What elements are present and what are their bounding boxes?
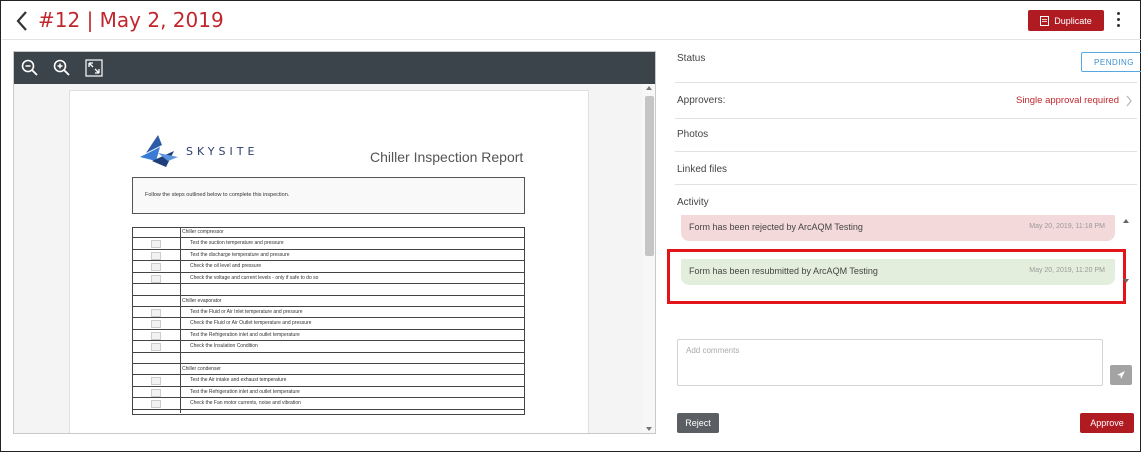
document-viewer: SKYSITE Chiller Inspection Report Follow… bbox=[13, 51, 656, 434]
viewer-toolbar bbox=[14, 52, 655, 84]
checklist-label: Test the Air intake and exhaust temperat… bbox=[190, 377, 287, 383]
checklist-label: Test the suction temperature and pressur… bbox=[190, 240, 284, 246]
back-button[interactable] bbox=[12, 8, 32, 34]
checklist-item-row: Test the suction temperature and pressur… bbox=[132, 238, 525, 250]
approvers-label: Approvers: bbox=[677, 95, 726, 106]
checklist-label: Chiller compressor bbox=[182, 229, 224, 235]
approve-button[interactable]: Approve bbox=[1080, 413, 1134, 433]
scroll-thumb[interactable] bbox=[645, 96, 654, 256]
scroll-down-icon[interactable] bbox=[646, 427, 652, 431]
comment-input[interactable] bbox=[678, 340, 1102, 385]
checklist-item-row: Check the Fan motor currents, noise and … bbox=[132, 398, 525, 410]
checklist-item-row: Test the Air intake and exhaust temperat… bbox=[132, 375, 525, 387]
table-column-divider bbox=[180, 227, 181, 413]
checklist-checkbox[interactable] bbox=[151, 388, 161, 397]
header: #12 | May 2, 2019 Duplicate bbox=[2, 2, 1141, 40]
app-window: #12 | May 2, 2019 Duplicate SKYSITE Chil… bbox=[0, 0, 1141, 452]
checklist-item-row: Test the Refrigeration inlet and outlet … bbox=[132, 387, 525, 398]
activity-time: May 20, 2019, 11:18 PM bbox=[1029, 223, 1105, 230]
checklist-section-row: Chiller compressor bbox=[132, 227, 525, 238]
reject-button[interactable]: Reject bbox=[677, 413, 719, 433]
photos-label: Photos bbox=[677, 129, 709, 140]
status-badge: PENDING bbox=[1081, 52, 1141, 72]
activity-scroll-down-icon[interactable] bbox=[1123, 279, 1129, 283]
skysite-logo-icon bbox=[140, 135, 178, 167]
linked-files-row[interactable]: Linked files bbox=[675, 152, 1137, 185]
checklist-checkbox[interactable] bbox=[151, 251, 161, 260]
checklist-item-row: Check the Fluid or Air Outlet temperatur… bbox=[132, 318, 525, 330]
approvers-value[interactable]: Single approval required bbox=[1016, 95, 1119, 106]
checklist-item-row: Test the discharge temperature and press… bbox=[132, 250, 525, 261]
skysite-logo: SKYSITE bbox=[138, 131, 288, 171]
activity-scrollbar[interactable] bbox=[1123, 217, 1129, 287]
checklist-label: Check the Fan motor currents, noise and … bbox=[190, 400, 301, 406]
checklist-item-row bbox=[132, 284, 525, 296]
checklist-item-row: Check the voltage and current levels - o… bbox=[132, 273, 525, 284]
linked-files-label: Linked files bbox=[677, 164, 728, 175]
send-comment-button[interactable] bbox=[1110, 365, 1132, 385]
activity-label: Activity bbox=[677, 197, 709, 208]
checklist-checkbox[interactable] bbox=[151, 331, 161, 340]
checklist-label: Chiller evaporator bbox=[182, 297, 222, 304]
checklist-checkbox[interactable] bbox=[151, 320, 161, 328]
checklist-checkbox[interactable] bbox=[151, 377, 161, 385]
checklist-item-row bbox=[132, 353, 525, 364]
checklist-checkbox[interactable] bbox=[151, 308, 161, 317]
report-title: Chiller Inspection Report bbox=[370, 149, 524, 165]
checklist-label: Check the Insulation Condition bbox=[190, 343, 258, 349]
brand-name: SKYSITE bbox=[186, 145, 259, 158]
checklist-label: Check the oil level and pressure bbox=[190, 263, 262, 269]
approvers-row[interactable]: Approvers: Single approval required bbox=[675, 83, 1137, 119]
zoom-out-button[interactable] bbox=[20, 58, 40, 78]
page-title: #12 | May 2, 2019 bbox=[38, 8, 224, 32]
checklist-item-row: Test the Refrigeration inlet and outlet … bbox=[132, 330, 525, 341]
checklist-label: Test the discharge temperature and press… bbox=[190, 251, 290, 258]
activity-item-rejected: Form has been rejected by ArcAQM Testing… bbox=[681, 215, 1115, 241]
checklist-checkbox[interactable] bbox=[151, 343, 161, 351]
send-icon bbox=[1117, 371, 1125, 379]
photos-row[interactable]: Photos bbox=[675, 119, 1137, 152]
checklist-label: Test the Refrigeration inlet and outlet … bbox=[190, 331, 300, 338]
duplicate-label: Duplicate bbox=[1054, 15, 1092, 26]
zoom-in-icon bbox=[53, 59, 70, 76]
checklist-item-row: Check the Insulation Condition bbox=[132, 341, 525, 353]
checklist-table: Chiller compressor Test the suction tempe… bbox=[132, 227, 525, 413]
document-canvas[interactable]: SKYSITE Chiller Inspection Report Follow… bbox=[14, 84, 642, 433]
activity-header: Activity bbox=[675, 185, 1137, 209]
chevron-left-icon bbox=[16, 11, 27, 31]
instructions-box: Follow the steps outlined below to compl… bbox=[132, 177, 525, 214]
activity-message: Form has been rejected by ArcAQM Testing bbox=[689, 222, 863, 232]
checklist-checkbox[interactable] bbox=[151, 400, 161, 408]
checklist-item-row: Test the Fluid or Air Inlet temperature … bbox=[132, 307, 525, 318]
activity-scroll-up-icon[interactable] bbox=[1123, 219, 1129, 223]
expand-icon bbox=[85, 59, 103, 77]
checklist-item-row: Check the oil level and pressure bbox=[132, 261, 525, 273]
status-row: Status PENDING bbox=[675, 41, 1141, 83]
copy-icon bbox=[1040, 15, 1050, 26]
checklist-label: Check the Fluid or Air Outlet temperatur… bbox=[190, 320, 312, 326]
more-options-icon[interactable] bbox=[1112, 10, 1124, 32]
instructions-text: Follow the steps outlined below to compl… bbox=[145, 192, 290, 198]
checklist-checkbox[interactable] bbox=[151, 274, 161, 283]
checklist-section-row: Chiller condenser bbox=[132, 364, 525, 375]
checklist-label: Test the Refrigeration inlet and outlet … bbox=[190, 388, 300, 395]
highlight-annotation bbox=[667, 249, 1126, 304]
document-page: SKYSITE Chiller Inspection Report Follow… bbox=[69, 90, 589, 433]
zoom-out-icon bbox=[21, 59, 38, 76]
fullscreen-button[interactable] bbox=[84, 58, 104, 78]
duplicate-button[interactable]: Duplicate bbox=[1028, 10, 1104, 31]
zoom-in-button[interactable] bbox=[52, 58, 72, 78]
status-label: Status bbox=[677, 53, 706, 64]
checklist-label: Chiller condenser bbox=[182, 366, 221, 372]
checklist-checkbox[interactable] bbox=[151, 240, 161, 248]
scroll-up-icon[interactable] bbox=[646, 86, 652, 90]
checklist-checkbox[interactable] bbox=[151, 263, 161, 271]
viewer-scrollbar[interactable] bbox=[642, 84, 655, 433]
checklist-section-row: Chiller evaporator bbox=[132, 296, 525, 307]
checklist-label: Test the Fluid or Air Inlet temperature … bbox=[190, 308, 303, 315]
comment-field[interactable] bbox=[677, 339, 1103, 386]
checklist-label: Check the voltage and current levels - o… bbox=[190, 274, 319, 281]
chevron-right-icon[interactable] bbox=[1125, 95, 1133, 107]
